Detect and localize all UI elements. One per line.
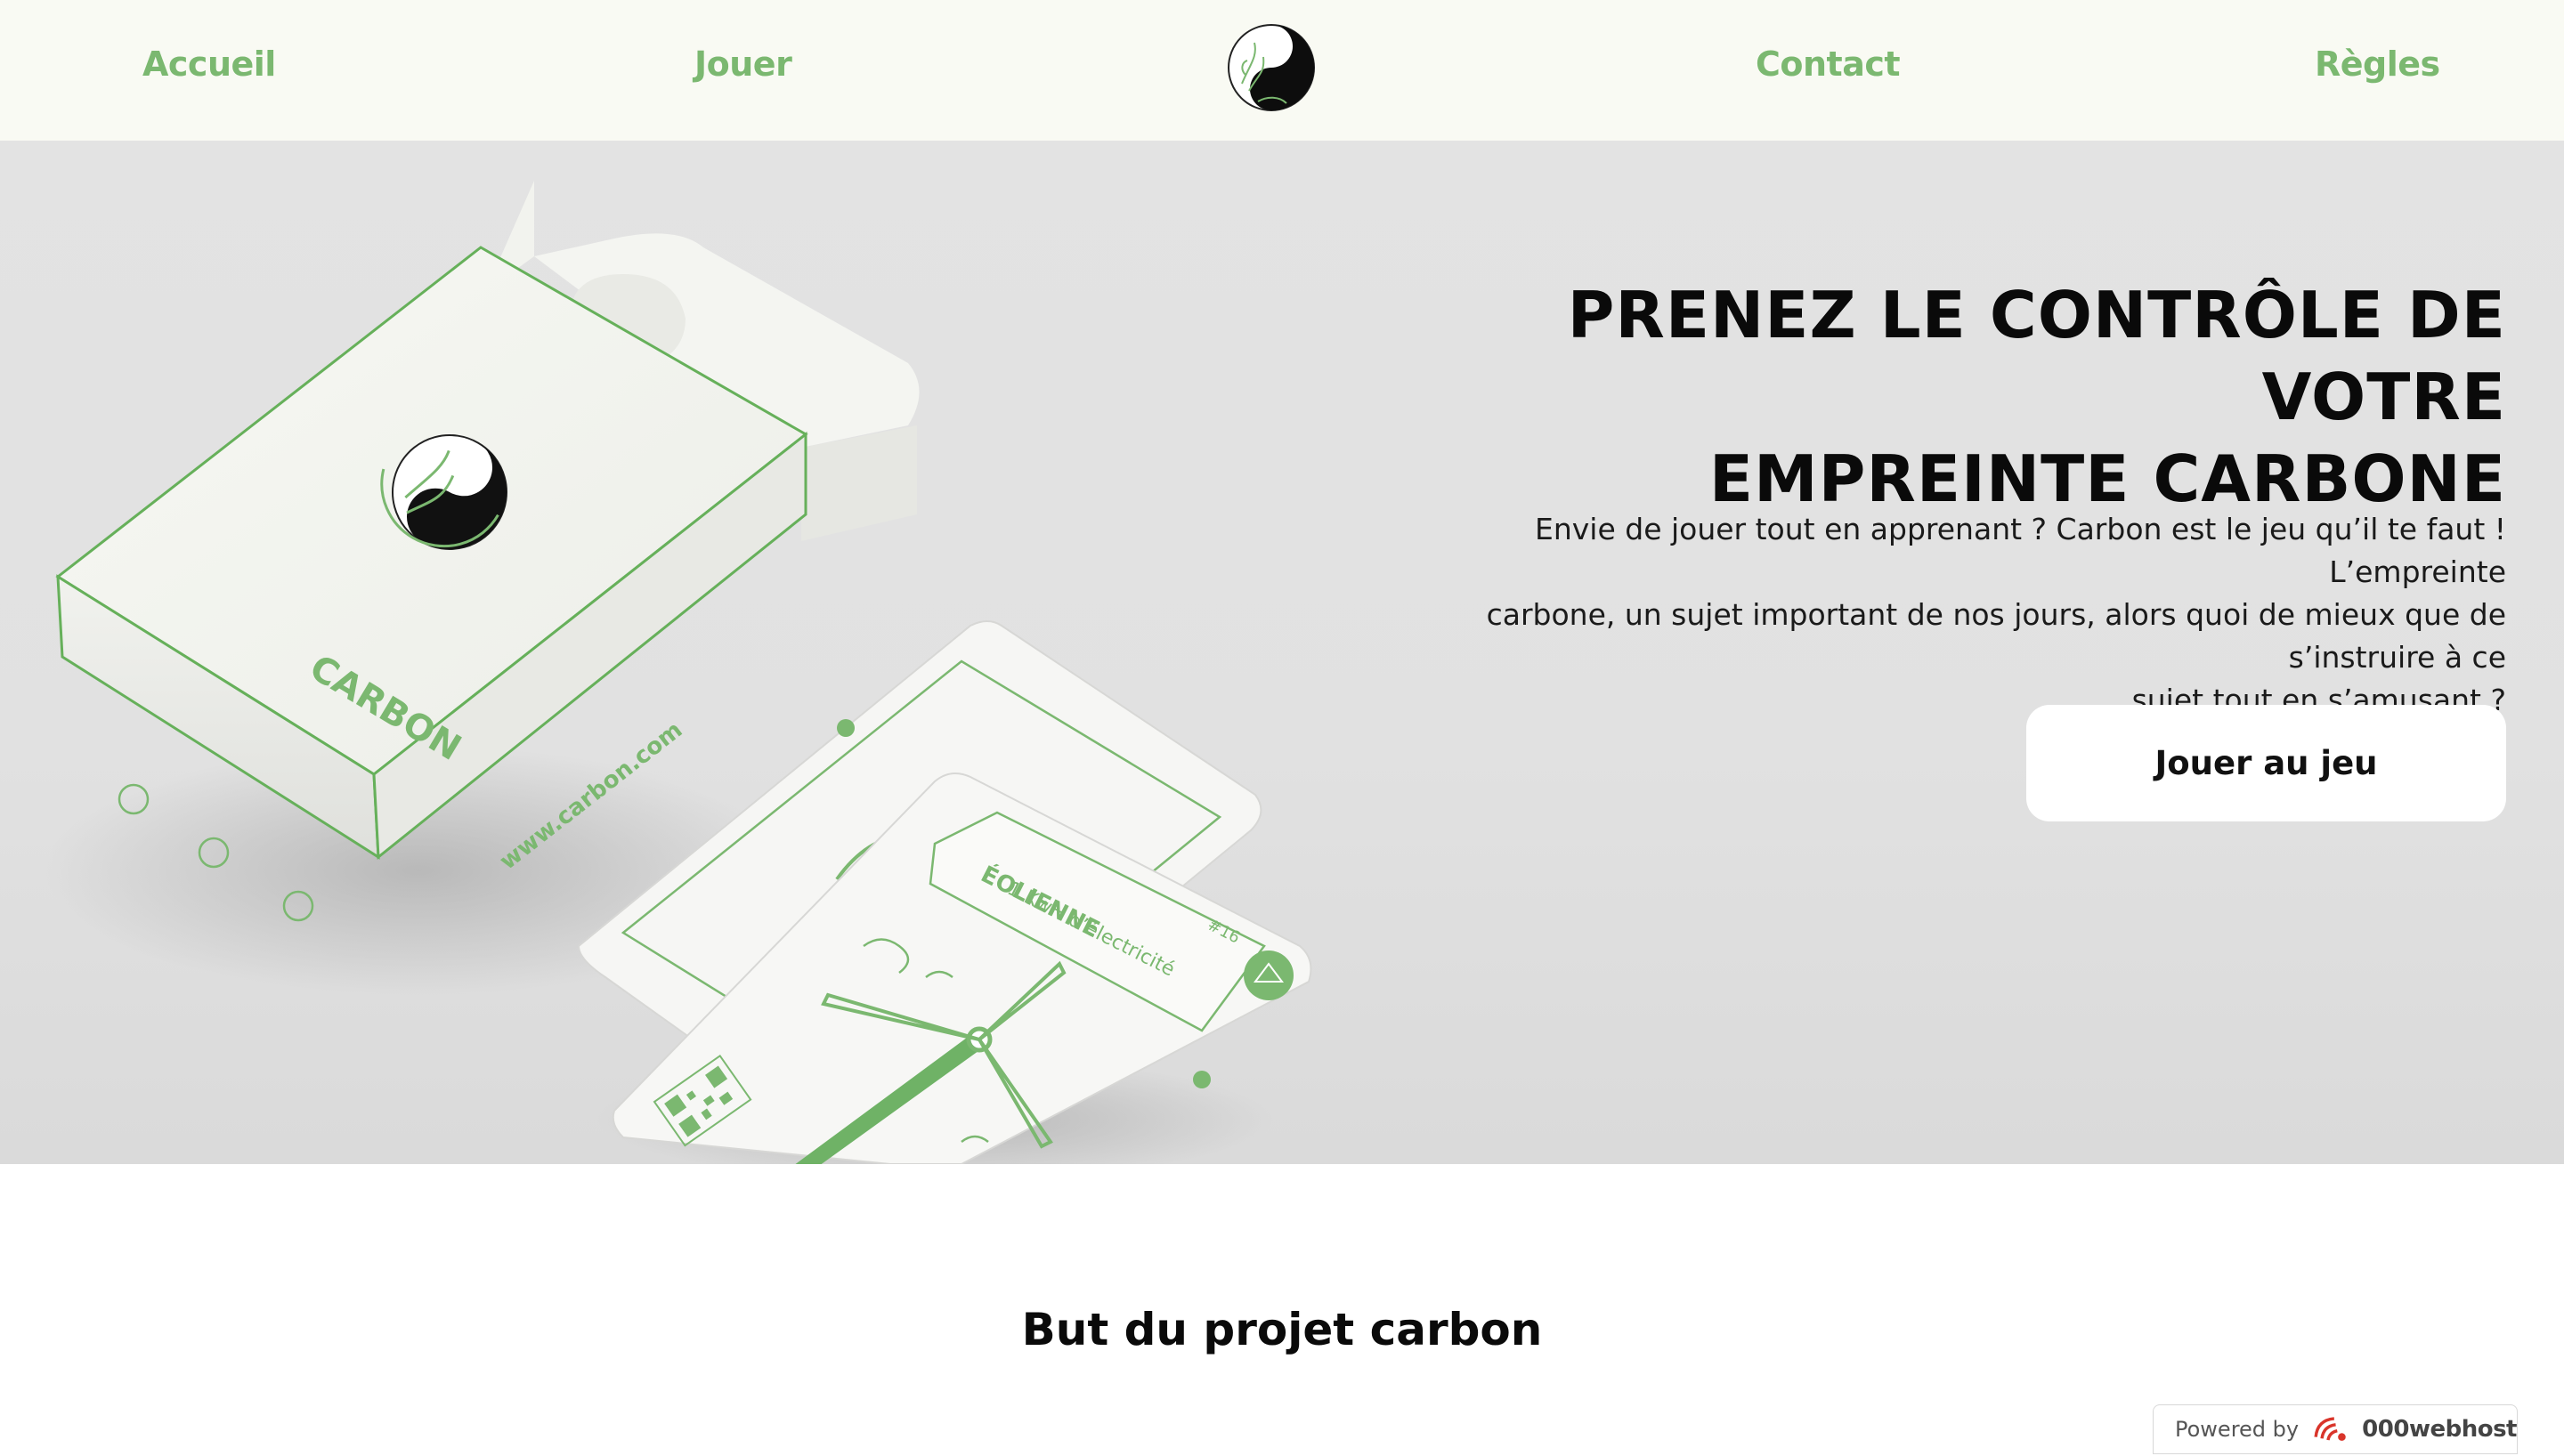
carbon-logo-icon[interactable] bbox=[1222, 21, 1320, 114]
webhost-logo-icon bbox=[2314, 1417, 2346, 1441]
badge-brand-label: 000webhost bbox=[2362, 1416, 2517, 1443]
badge-powered-label: Powered by bbox=[2175, 1417, 2300, 1442]
play-game-button[interactable]: Jouer au jeu bbox=[2026, 705, 2506, 821]
hero-title-line-1: PRENEZ LE CONTRÔLE DE VOTRE bbox=[1567, 278, 2506, 434]
powered-by-badge[interactable]: Powered by 000webhost bbox=[2153, 1404, 2518, 1454]
nav-link-regles[interactable]: Règles bbox=[2315, 44, 2440, 84]
nav-link-jouer[interactable]: Jouer bbox=[694, 44, 792, 84]
top-navigation: Accueil Jouer Contact Règles bbox=[0, 0, 2564, 141]
section-title: But du projet carbon bbox=[1021, 1304, 1543, 1355]
hero-description-line-2: carbone, un sujet important de nos jours… bbox=[1486, 597, 2506, 675]
nav-link-contact[interactable]: Contact bbox=[1756, 44, 1901, 84]
hero-title-line-2: EMPREINTE CARBONE bbox=[1708, 441, 2506, 516]
hero-section: CARBON www.carbon.com ÉOLIENNE 1 KwH d’é… bbox=[0, 141, 2564, 1164]
hero-title: PRENEZ LE CONTRÔLE DE VOTRE EMPREINTE CA… bbox=[1349, 274, 2506, 520]
card-game-product-image: CARBON www.carbon.com ÉOLIENNE 1 KwH d’é… bbox=[45, 181, 1312, 1164]
nav-link-accueil[interactable]: Accueil bbox=[142, 44, 276, 84]
hero-description-line-1: Envie de jouer tout en apprenant ? Carbo… bbox=[1534, 512, 2506, 589]
hero-description: Envie de jouer tout en apprenant ? Carbo… bbox=[1349, 508, 2506, 722]
